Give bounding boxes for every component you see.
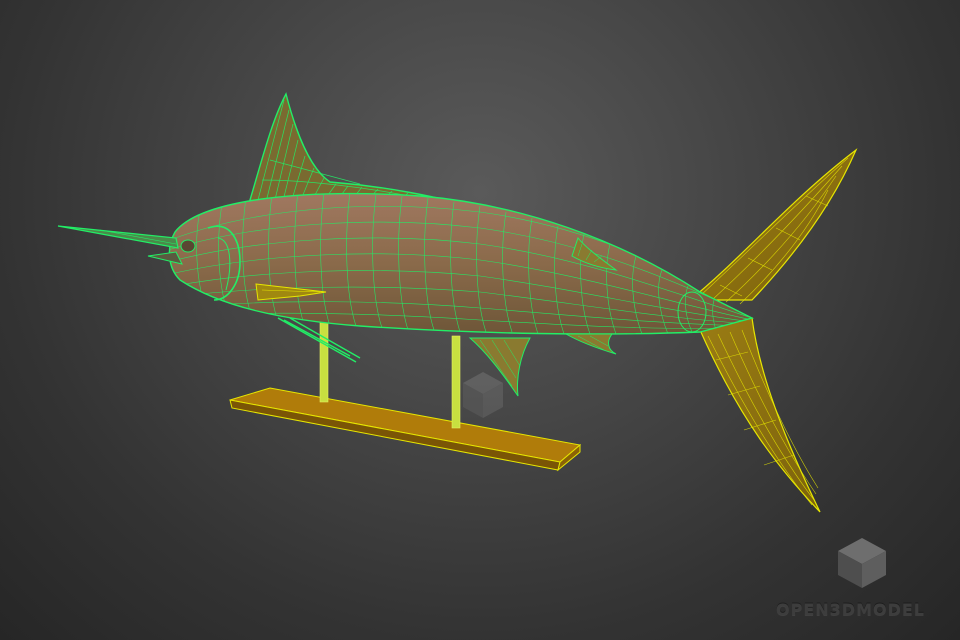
marlin-bill [57, 225, 183, 265]
tail-fin [688, 148, 858, 513]
render-viewport: OPEN3DMODEL [0, 0, 960, 640]
watermark-text: OPEN3DMODEL [776, 600, 925, 619]
marlin-body [168, 192, 754, 335]
center-watermark-cube-icon [463, 372, 503, 418]
cube-icon [838, 538, 886, 588]
stand-base [229, 387, 582, 472]
marlin-model [57, 92, 858, 513]
